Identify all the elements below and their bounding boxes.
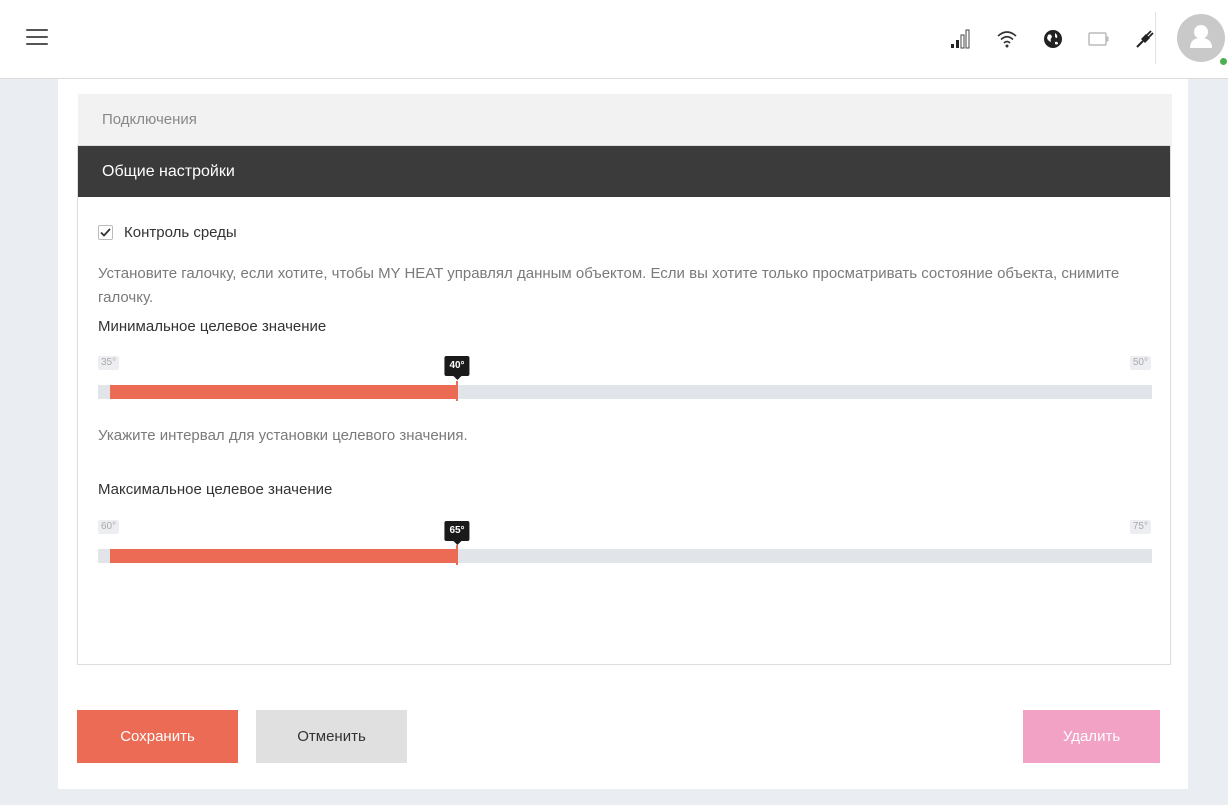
max-target-slider-fill [110, 549, 457, 563]
min-target-range-max: 50° [1129, 356, 1151, 370]
status-icons [928, 22, 1158, 56]
header-divider [1155, 12, 1156, 64]
signal-icon [948, 26, 974, 52]
max-target-label: Максимальное целевое значение [98, 481, 333, 498]
env-control-label[interactable]: Контроль среды [124, 224, 237, 241]
env-control-help: Установите галочку, если хотите, чтобы M… [98, 265, 1120, 306]
max-target-value-tooltip: 65° [444, 521, 470, 545]
tab-general-settings[interactable]: Общие настройки [78, 146, 1170, 197]
checkmark-icon [100, 228, 111, 237]
interval-help: Укажите интервал для установки целевого … [98, 427, 468, 444]
globe-icon [1040, 26, 1066, 52]
delete-button[interactable]: Удалить [1023, 710, 1160, 763]
min-target-value-tooltip: 40° [444, 356, 470, 380]
settings-panel: Подключения Общие настройки Контроль сре… [58, 79, 1188, 789]
min-target-slider[interactable] [98, 381, 1152, 401]
wifi-icon [994, 26, 1020, 52]
cancel-button[interactable]: Отменить [256, 710, 407, 763]
min-target-slider-handle[interactable] [456, 381, 458, 401]
env-control-row: Контроль среды [98, 224, 237, 241]
min-target-slider-fill [110, 385, 457, 399]
general-settings-section: Общие настройки Контроль среды Установит… [77, 145, 1171, 665]
min-target-range-min: 35° [98, 356, 120, 370]
max-target-range-min: 60° [98, 520, 120, 534]
max-target-range-max: 75° [1129, 520, 1151, 534]
max-target-slider-handle[interactable] [456, 545, 458, 565]
menu-icon[interactable] [26, 29, 48, 47]
env-control-checkbox[interactable] [98, 225, 113, 240]
user-avatar-icon[interactable] [1177, 14, 1225, 62]
battery-icon [1086, 26, 1112, 52]
save-button[interactable]: Сохранить [77, 710, 238, 763]
top-bar [0, 0, 1228, 79]
max-target-slider[interactable] [98, 545, 1152, 565]
tab-connections[interactable]: Подключения [78, 94, 1172, 146]
min-target-label: Минимальное целевое значение [98, 318, 327, 335]
online-status-dot [1219, 57, 1228, 66]
